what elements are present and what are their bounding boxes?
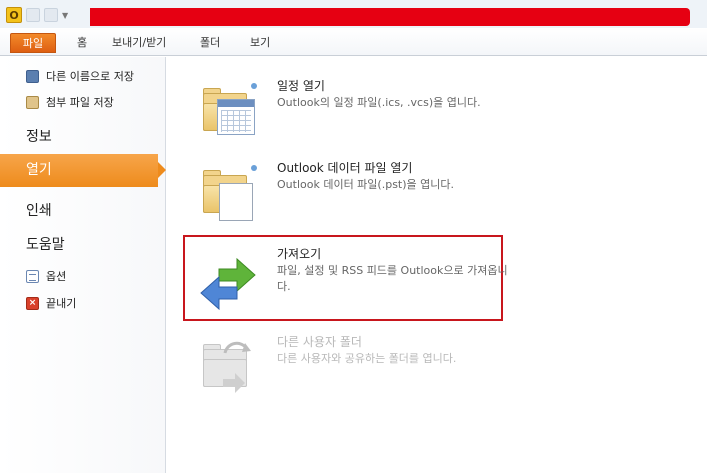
customize-dropdown-icon[interactable]: ▼ bbox=[62, 11, 68, 20]
tab-send-receive[interactable]: 보내기/받기 bbox=[112, 33, 166, 53]
undo-icon[interactable] bbox=[44, 8, 58, 22]
outlook-app-icon[interactable]: O bbox=[6, 7, 22, 23]
backstage-nav: 다른 이름으로 저장 첨부 파일 저장 정보 열기 인쇄 도움말 옵션 × 끝내… bbox=[0, 57, 166, 473]
tab-folder[interactable]: 폴더 bbox=[200, 33, 220, 53]
nav-save-as-label: 다른 이름으로 저장 bbox=[46, 70, 134, 83]
open-data-file-item[interactable]: Outlook 데이터 파일 열기 Outlook 데이터 파일(.pst)을 … bbox=[189, 153, 519, 233]
other-user-folder-title: 다른 사용자 폴더 bbox=[277, 335, 362, 349]
import-title: 가져오기 bbox=[277, 247, 322, 261]
save-icon[interactable] bbox=[26, 8, 40, 22]
save-as-icon bbox=[26, 69, 39, 83]
open-calendar-item[interactable]: 일정 열기 Outlook의 일정 파일(.ics, .vcs)을 엽니다. bbox=[189, 71, 519, 151]
nav-exit[interactable]: × 끝내기 bbox=[26, 295, 76, 311]
tab-view[interactable]: 보기 bbox=[250, 33, 270, 53]
nav-save-attachments[interactable]: 첨부 파일 저장 bbox=[26, 94, 114, 110]
other-user-folder-item: 다른 사용자 폴더 다른 사용자와 공유하는 폴더를 엽니다. bbox=[189, 327, 519, 407]
nav-help[interactable]: 도움말 bbox=[26, 234, 65, 254]
open-calendar-title: 일정 열기 bbox=[277, 79, 325, 93]
exit-icon: × bbox=[26, 296, 39, 310]
open-data-file-title: Outlook 데이터 파일 열기 bbox=[277, 161, 413, 175]
open-calendar-desc: Outlook의 일정 파일(.ics, .vcs)을 엽니다. bbox=[277, 96, 481, 109]
title-bar: O ▼ bbox=[0, 0, 707, 28]
nav-options[interactable]: 옵션 bbox=[26, 268, 66, 284]
other-user-folder-desc: 다른 사용자와 공유하는 폴더를 엽니다. bbox=[277, 352, 457, 365]
nav-print[interactable]: 인쇄 bbox=[26, 200, 52, 220]
shared-folder-icon bbox=[197, 335, 261, 399]
data-file-folder-icon bbox=[197, 161, 261, 225]
import-arrows-icon bbox=[197, 247, 261, 311]
nav-exit-label: 끝내기 bbox=[46, 297, 77, 310]
nav-save-as[interactable]: 다른 이름으로 저장 bbox=[26, 68, 134, 84]
nav-save-attachments-label: 첨부 파일 저장 bbox=[46, 96, 114, 109]
open-options-panel: 일정 열기 Outlook의 일정 파일(.ics, .vcs)을 엽니다. O… bbox=[167, 57, 692, 465]
nav-info[interactable]: 정보 bbox=[26, 126, 52, 146]
redacted-title bbox=[90, 8, 690, 26]
nav-options-label: 옵션 bbox=[46, 270, 67, 283]
tab-home[interactable]: 홈 bbox=[77, 33, 87, 53]
quick-access-toolbar: O ▼ bbox=[6, 6, 68, 24]
calendar-folder-icon bbox=[197, 79, 261, 143]
tab-file[interactable]: 파일 bbox=[10, 33, 56, 53]
nav-open[interactable]: 열기 bbox=[0, 154, 166, 187]
open-data-file-desc: Outlook 데이터 파일(.pst)을 엽니다. bbox=[277, 178, 455, 191]
attachment-icon bbox=[26, 95, 39, 109]
import-item[interactable]: 가져오기 파일, 설정 및 RSS 피드를 Outlook으로 가져옵니다. bbox=[189, 239, 519, 319]
import-desc: 파일, 설정 및 RSS 피드를 Outlook으로 가져옵니다. bbox=[277, 264, 508, 293]
options-icon bbox=[26, 269, 39, 283]
ribbon-tabs: 파일 홈 보내기/받기 폴더 보기 bbox=[0, 28, 707, 56]
